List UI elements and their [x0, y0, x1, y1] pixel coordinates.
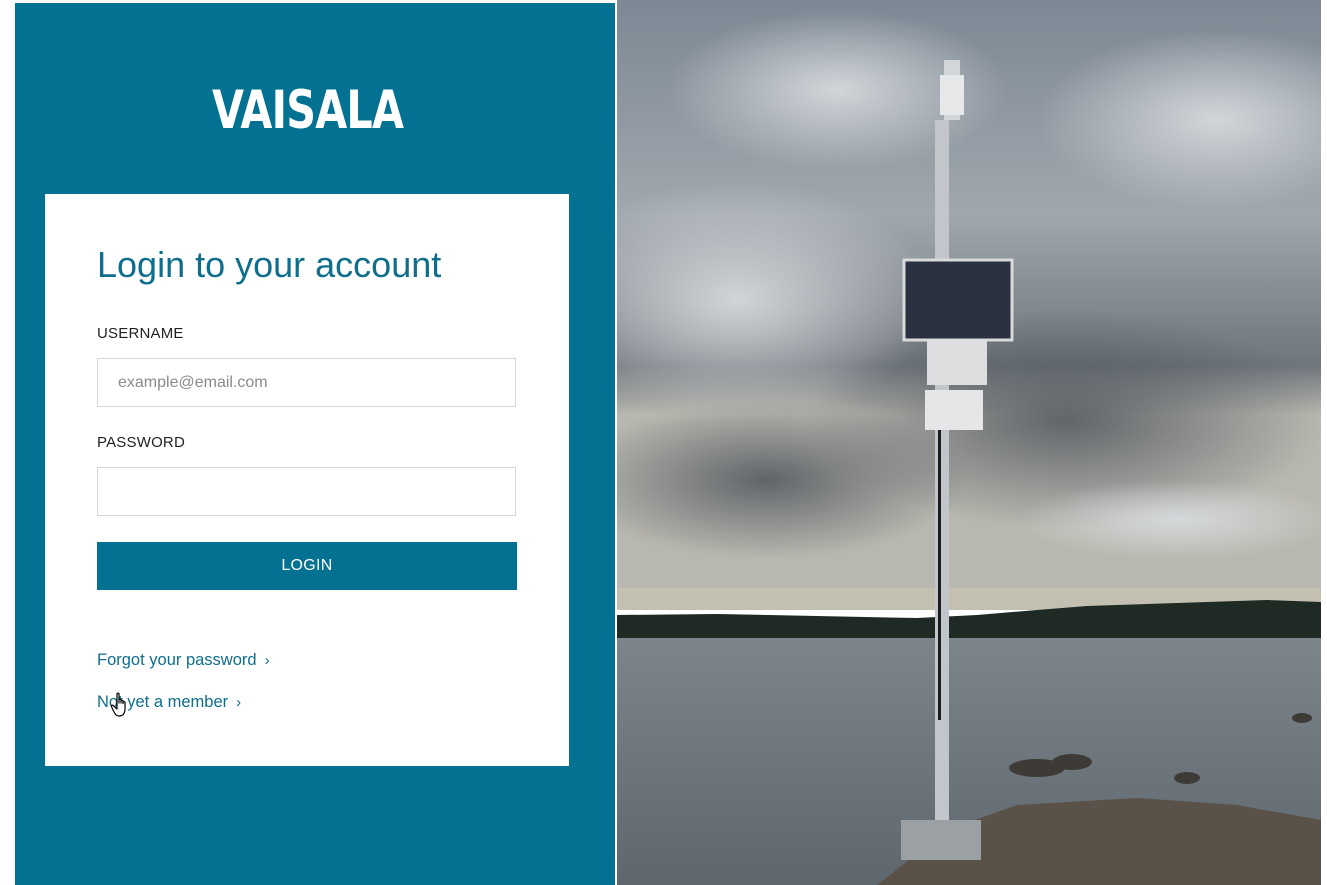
forgot-password-link[interactable]: Forgot your password › [97, 651, 270, 670]
page-title: Login to your account [97, 244, 442, 285]
login-button[interactable]: LOGIN [97, 542, 517, 590]
username-input[interactable] [97, 358, 516, 407]
chevron-right-icon: › [264, 652, 270, 669]
chevron-right-icon: › [236, 694, 242, 711]
forgot-password-label: Forgot your password [97, 651, 257, 669]
login-panel: VAISALA Login to your account USERNAME P… [15, 3, 615, 885]
hero-photo [617, 0, 1321, 885]
password-input[interactable] [97, 467, 516, 516]
vaisala-logo: VAISALA [211, 80, 404, 141]
hand-pointer-icon [110, 692, 126, 717]
username-label: USERNAME [97, 325, 184, 342]
login-card: Login to your account USERNAME PASSWORD … [45, 194, 569, 766]
password-label: PASSWORD [97, 434, 185, 451]
